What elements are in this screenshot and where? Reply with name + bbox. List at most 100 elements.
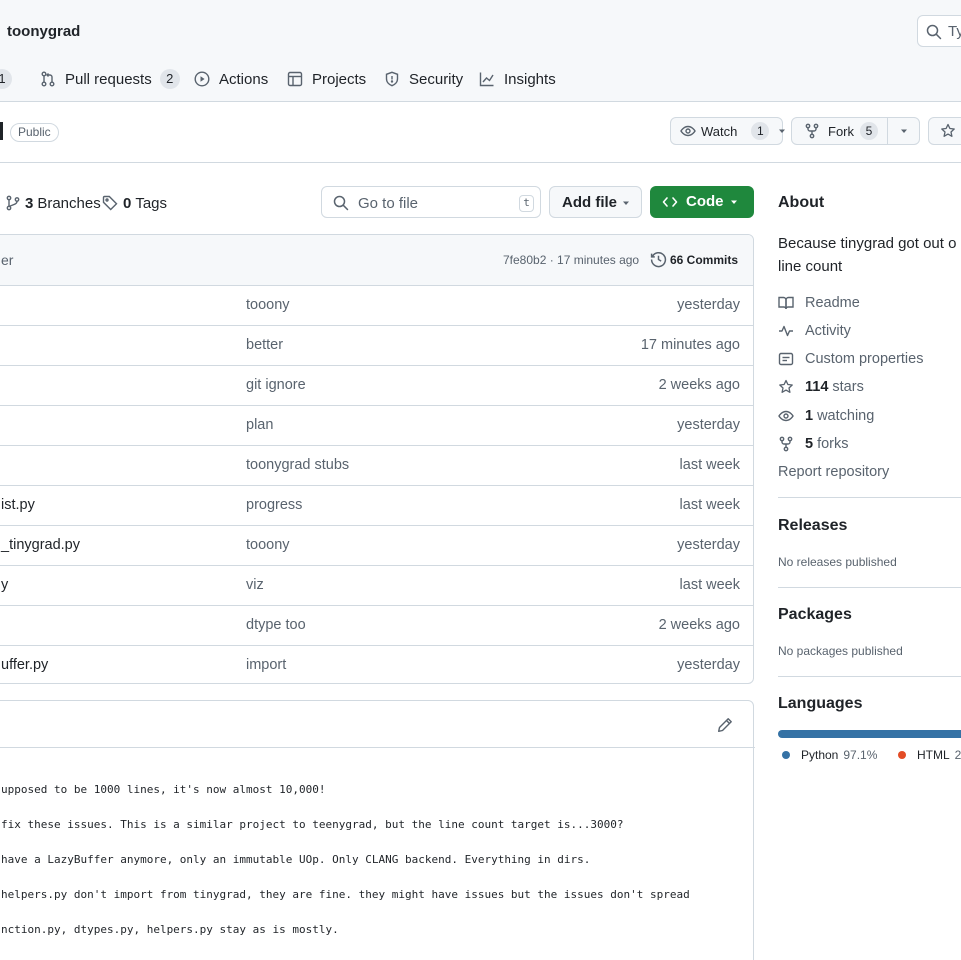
language-percent: 97.1% xyxy=(843,748,878,762)
stars-link[interactable]: 114 stars xyxy=(778,377,864,397)
file-row[interactable]: dtype too 2 weeks ago xyxy=(0,606,753,646)
tab-security[interactable]: Security xyxy=(384,66,463,92)
fork-icon xyxy=(804,123,820,139)
commit-message[interactable]: dtype too xyxy=(246,617,306,633)
file-row[interactable]: plan yesterday xyxy=(0,406,753,446)
readme-line: fix these issues. This is a similar proj… xyxy=(1,818,624,831)
pull-requests-counter: 2 xyxy=(159,69,180,89)
languages-heading: Languages xyxy=(778,695,863,712)
watch-dropdown-caret-icon[interactable] xyxy=(777,126,787,136)
global-search-input[interactable]: Ty xyxy=(917,15,961,47)
branches-link[interactable]: 3 Branches xyxy=(6,192,101,214)
tab-issues[interactable]: 1 xyxy=(0,66,12,92)
note-icon xyxy=(778,351,794,367)
file-row[interactable]: toonygrad stubs last week xyxy=(0,446,753,486)
commit-author-fragment[interactable]: er xyxy=(1,252,13,268)
releases-empty-text: No releases published xyxy=(778,555,897,569)
tab-insights-label: Insights xyxy=(504,70,556,88)
fork-label: Fork xyxy=(828,123,854,139)
file-browser: er 7fe80b2 · 17 minutes ago 66 Commits t… xyxy=(0,234,754,684)
repo-description-line: Because tinygrad got out o xyxy=(778,235,957,252)
releases-heading[interactable]: Releases xyxy=(778,517,847,535)
go-to-file-input[interactable]: Go to file t xyxy=(321,186,541,218)
search-placeholder: Ty xyxy=(948,23,961,40)
forks-link[interactable]: 5 forks xyxy=(778,434,849,454)
python-color-dot xyxy=(782,751,790,759)
language-percent: 2. xyxy=(954,748,961,762)
fork-dropdown-caret-icon[interactable] xyxy=(899,126,909,136)
commit-hash-time[interactable]: 7fe80b2 · 17 minutes ago xyxy=(503,253,639,267)
file-name[interactable]: y xyxy=(1,577,8,593)
search-icon xyxy=(926,24,942,40)
tab-insights[interactable]: Insights xyxy=(479,66,556,92)
repo-title-fragment xyxy=(0,122,3,140)
language-bar xyxy=(778,730,961,738)
custom-properties-link[interactable]: Custom properties xyxy=(778,349,923,369)
file-name[interactable]: uffer.py xyxy=(1,657,48,673)
commit-date: 17 minutes ago xyxy=(640,337,740,353)
commit-message[interactable]: progress xyxy=(246,497,302,513)
commit-message[interactable]: git ignore xyxy=(246,377,306,393)
pencil-icon[interactable] xyxy=(717,717,733,733)
file-row[interactable]: ist.py progress last week xyxy=(0,486,753,526)
language-item-python[interactable]: Python 97.1% xyxy=(782,748,877,762)
packages-heading[interactable]: Packages xyxy=(778,606,852,624)
tab-projects[interactable]: Projects xyxy=(287,66,366,92)
readme-line: helpers.py don't import from tinygrad, t… xyxy=(1,888,690,901)
watching-count: 1 xyxy=(805,408,814,424)
custom-properties-label: Custom properties xyxy=(805,351,924,367)
repo-name-link[interactable]: toonygrad xyxy=(7,23,80,40)
commits-link[interactable]: 66 Commits xyxy=(670,253,738,267)
commit-message[interactable]: plan xyxy=(246,417,273,433)
repo-description-line: line count xyxy=(778,258,843,275)
watching-link[interactable]: 1 watching xyxy=(778,406,874,426)
tab-pull-requests-label: Pull requests xyxy=(65,70,152,88)
commit-message[interactable]: tooony xyxy=(246,297,290,313)
file-row[interactable]: better 17 minutes ago xyxy=(0,326,753,366)
file-row[interactable]: y viz last week xyxy=(0,566,753,606)
commit-message[interactable]: better xyxy=(246,337,283,353)
readme-line: upposed to be 1000 lines, it's now almos… xyxy=(1,783,326,796)
visibility-badge: Public xyxy=(10,123,59,142)
commit-message[interactable]: import xyxy=(246,657,286,673)
pulse-icon xyxy=(778,323,794,339)
search-icon xyxy=(333,195,349,211)
star-button[interactable] xyxy=(928,117,961,145)
activity-link[interactable]: Activity xyxy=(778,321,851,341)
report-repository-link[interactable]: Report repository xyxy=(778,462,889,482)
tags-link[interactable]: 0 Tags xyxy=(102,192,167,214)
star-icon xyxy=(778,379,794,395)
packages-empty-text: No packages published xyxy=(778,644,903,658)
add-file-button[interactable]: Add file xyxy=(549,186,642,218)
watch-button[interactable]: Watch 1 xyxy=(670,117,786,145)
tab-projects-label: Projects xyxy=(312,70,367,88)
forks-label: forks xyxy=(817,436,849,452)
readme-line: nction.py, dtypes.py, helpers.py stay as… xyxy=(1,923,339,936)
fork-button[interactable]: Fork 5 xyxy=(791,117,920,145)
file-name[interactable]: ist.py xyxy=(1,497,35,513)
commit-date: last week xyxy=(679,457,740,473)
tags-count: 0 xyxy=(123,194,132,212)
tab-actions[interactable]: Actions xyxy=(194,66,268,92)
file-row[interactable]: uffer.py import yesterday xyxy=(0,646,753,683)
code-label: Code xyxy=(686,193,724,210)
file-name[interactable]: _tinygrad.py xyxy=(1,537,80,553)
commit-date: 2 weeks ago xyxy=(658,617,740,633)
tab-actions-label: Actions xyxy=(219,70,269,88)
play-circle-icon xyxy=(194,71,210,87)
shortcut-key: t xyxy=(519,195,534,212)
file-row[interactable]: _tinygrad.py tooony yesterday xyxy=(0,526,753,566)
readme-link[interactable]: Readme xyxy=(778,293,860,313)
language-name: Python xyxy=(801,748,839,762)
file-row[interactable]: tooony yesterday xyxy=(0,286,753,326)
code-icon xyxy=(662,194,678,210)
commit-message[interactable]: tooony xyxy=(246,537,290,553)
commit-message[interactable]: viz xyxy=(246,577,264,593)
language-item-html[interactable]: HTML 2. xyxy=(898,748,961,762)
file-row[interactable]: git ignore 2 weeks ago xyxy=(0,366,753,406)
code-button[interactable]: Code xyxy=(650,186,754,218)
commit-message[interactable]: toonygrad stubs xyxy=(246,457,349,473)
watch-label: Watch xyxy=(701,123,738,139)
tab-pull-requests[interactable]: Pull requests 2 xyxy=(40,66,180,92)
stars-label: stars xyxy=(832,379,864,395)
